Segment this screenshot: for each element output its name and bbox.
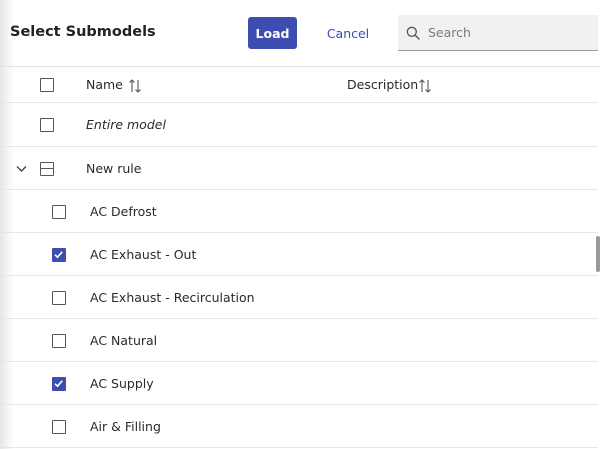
group-label: New rule	[86, 161, 142, 176]
dialog-title: Select Submodels	[10, 24, 156, 40]
table-header-row: Name Description	[0, 67, 598, 103]
dialog-header: Select Submodels Load Cancel	[0, 0, 600, 67]
item-label: AC Natural	[90, 333, 158, 348]
item-checkbox[interactable]	[52, 248, 66, 262]
table-row[interactable]: AC Defrost	[0, 190, 598, 233]
item-label: AC Supply	[90, 376, 154, 391]
item-checkbox[interactable]	[52, 205, 66, 219]
cancel-button[interactable]: Cancel	[322, 17, 374, 49]
entire-model-checkbox[interactable]	[40, 118, 54, 132]
item-label: AC Exhaust - Recirculation	[90, 290, 255, 305]
scrollbar-thumb[interactable]	[596, 236, 600, 272]
entire-model-label: Entire model	[86, 117, 166, 132]
sort-icon[interactable]	[128, 79, 142, 93]
table-row-entire-model[interactable]: Entire model	[0, 103, 598, 147]
load-button[interactable]: Load	[248, 17, 297, 49]
table-row[interactable]: Air & Filling	[0, 405, 598, 448]
item-label: Air & Filling	[90, 419, 161, 434]
chevron-down-icon[interactable]	[15, 162, 28, 175]
item-checkbox[interactable]	[52, 291, 66, 305]
group-checkbox[interactable]	[40, 162, 54, 176]
search-box[interactable]	[398, 15, 598, 51]
search-icon	[406, 26, 420, 40]
item-label: AC Exhaust - Out	[90, 247, 197, 262]
item-label: AC Defrost	[90, 204, 157, 219]
search-input[interactable]	[428, 25, 578, 40]
table-row[interactable]: AC Exhaust - Out	[0, 233, 598, 276]
checkmark-icon	[54, 380, 63, 388]
column-header-description[interactable]: Description	[347, 77, 418, 92]
sort-icon[interactable]	[418, 79, 432, 93]
item-checkbox[interactable]	[52, 334, 66, 348]
item-checkbox[interactable]	[52, 420, 66, 434]
item-checkbox[interactable]	[52, 377, 66, 391]
table-row[interactable]: AC Exhaust - Recirculation	[0, 276, 598, 319]
column-header-name[interactable]: Name	[86, 77, 123, 92]
checkmark-icon	[54, 251, 63, 259]
table-row[interactable]: AC Supply	[0, 362, 598, 405]
table-row-group[interactable]: New rule	[0, 147, 598, 190]
select-all-checkbox[interactable]	[40, 78, 54, 92]
table-row[interactable]: AC Natural	[0, 319, 598, 362]
